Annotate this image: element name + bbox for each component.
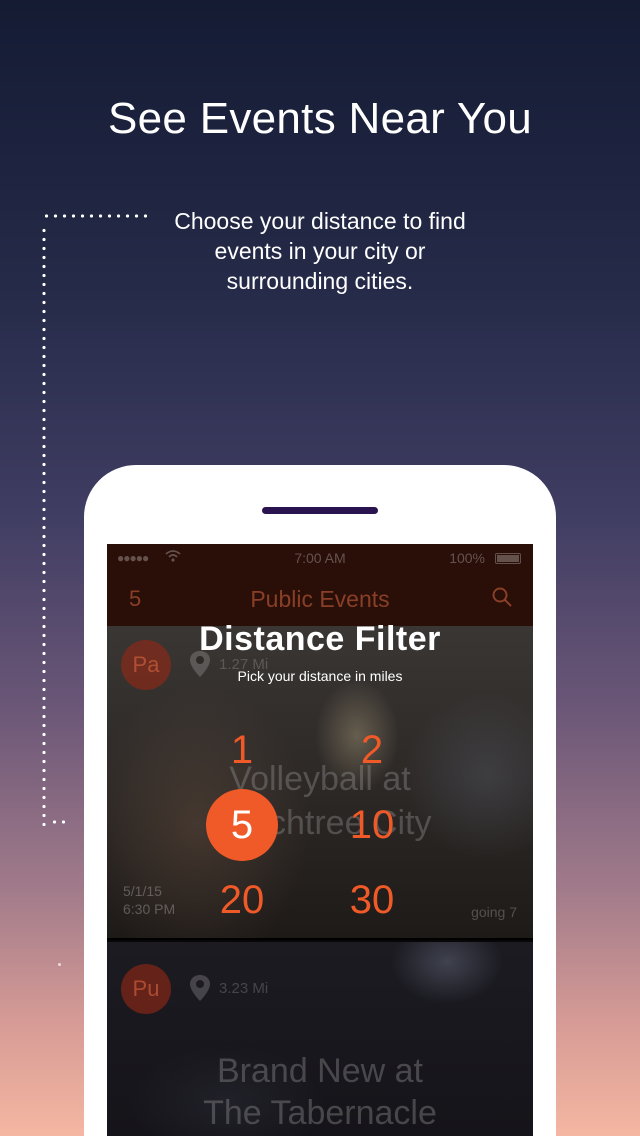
phone-speaker xyxy=(262,507,378,514)
distance-option[interactable]: 1 xyxy=(206,714,278,786)
distance-option-selected[interactable]: 5 xyxy=(206,789,278,861)
location-pin-icon xyxy=(189,974,211,1002)
distance-option[interactable]: 30 xyxy=(336,864,408,936)
avatar: Pu xyxy=(121,964,171,1014)
event-going-count: going 7 xyxy=(471,904,517,920)
nav-title: Public Events xyxy=(250,586,390,612)
filter-subtitle: Pick your distance in miles xyxy=(237,668,403,684)
event-card[interactable]: Pu 3.23 Mi Brand New at The Tabernacle xyxy=(107,942,533,1136)
phone-screen: ●●●●● 7:00 AM 100% 5 Public Events Pa 1.… xyxy=(107,544,533,1136)
filter-title: Distance Filter xyxy=(199,620,441,658)
status-bar: ●●●●● 7:00 AM 100% xyxy=(107,544,533,572)
page-headline: See Events Near You xyxy=(107,94,532,143)
event-time: 6:30 PM xyxy=(123,901,176,917)
battery-percent: 100% xyxy=(449,550,485,566)
event-date: 5/1/15 xyxy=(123,883,162,899)
decorative-dot xyxy=(58,963,61,966)
event-title-line2: The Tabernacle xyxy=(203,1094,437,1132)
event-title-line2: Peachtree City xyxy=(208,804,432,842)
event-distance: 3.23 Mi xyxy=(219,980,269,997)
event-title-line1: Volleyball at xyxy=(229,760,411,798)
dotted-line-vertical xyxy=(42,226,46,826)
dotted-line-end xyxy=(50,820,68,824)
battery-icon xyxy=(495,553,521,564)
page-description: Choose your distance to find events in y… xyxy=(174,208,466,294)
search-icon[interactable] xyxy=(491,586,513,608)
distance-option[interactable]: 20 xyxy=(206,864,278,936)
nav-bar: 5 Public Events xyxy=(107,572,533,626)
distance-option[interactable]: 10 xyxy=(336,789,408,861)
dotted-line-horizontal xyxy=(42,214,150,218)
phone-frame: ●●●●● 7:00 AM 100% 5 Public Events Pa 1.… xyxy=(84,465,556,1136)
event-title-line1: Brand New at xyxy=(217,1052,423,1090)
event-datetime: 5/1/15 6:30 PM xyxy=(123,882,175,918)
distance-option[interactable]: 2 xyxy=(336,714,408,786)
